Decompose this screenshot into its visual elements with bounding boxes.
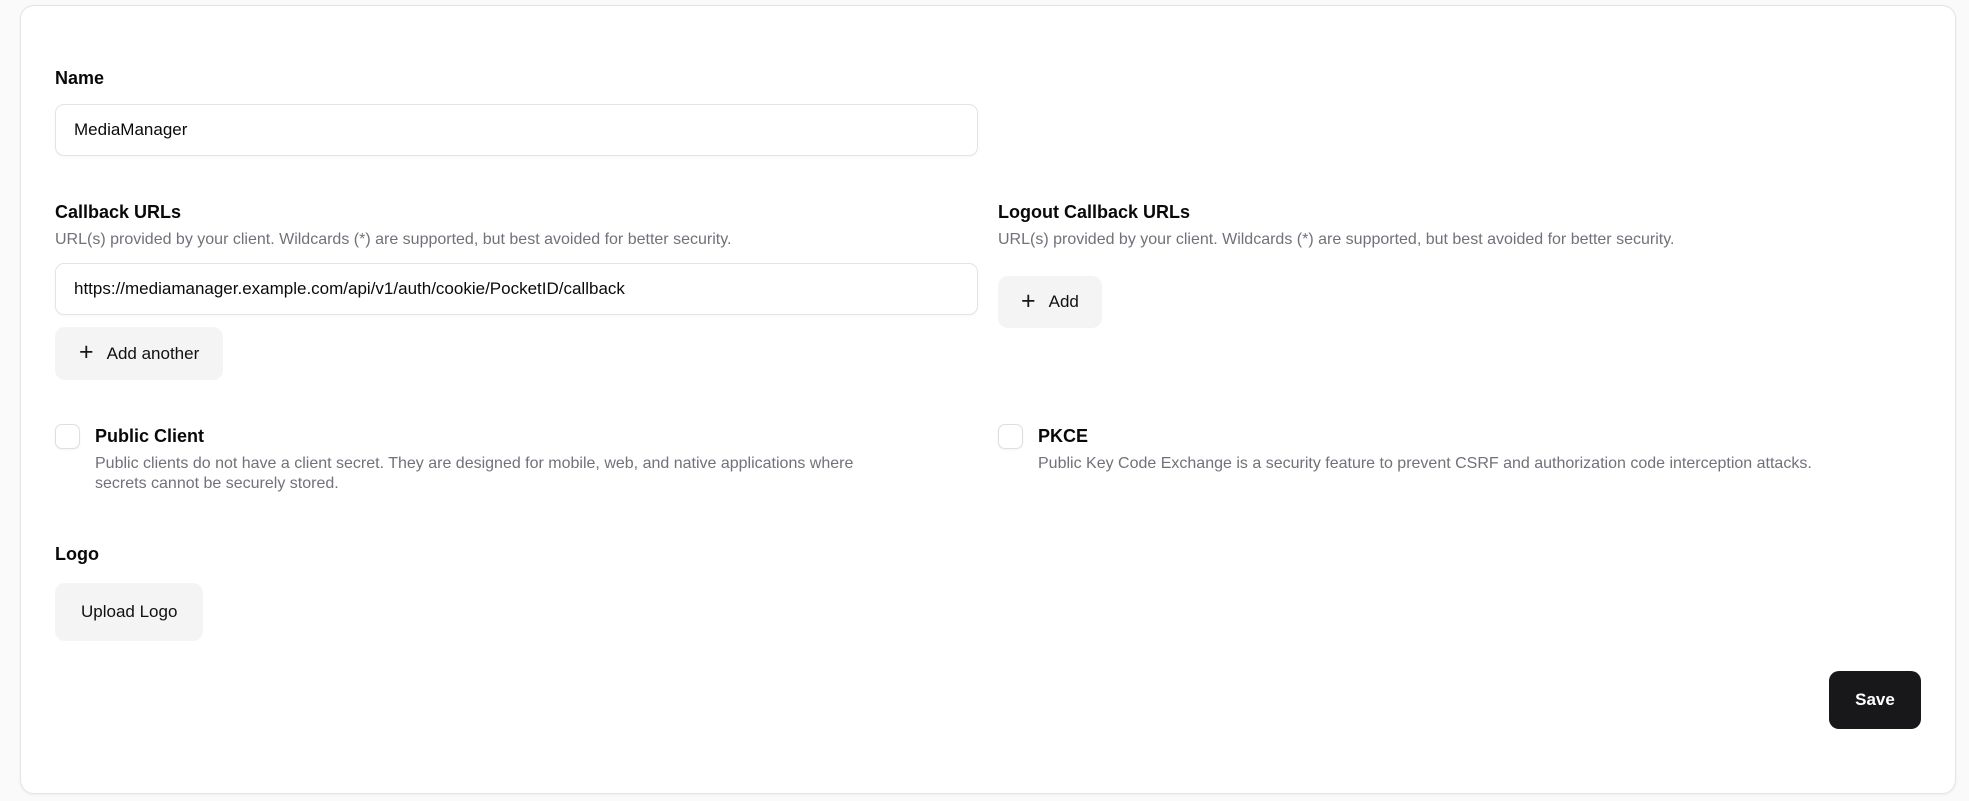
- form-footer: Save: [55, 671, 1921, 729]
- add-another-button-label: Add another: [107, 344, 200, 364]
- public-client-description: Public clients do not have a client secr…: [95, 454, 875, 494]
- row-logo-spacer: [998, 542, 1921, 641]
- save-button[interactable]: Save: [1829, 671, 1921, 729]
- add-button-label: Add: [1049, 292, 1079, 312]
- upload-logo-button[interactable]: Upload Logo: [55, 583, 203, 641]
- public-client-field: Public Client Public clients do not have…: [55, 424, 978, 494]
- row-checkboxes: Public Client Public clients do not have…: [55, 424, 1921, 494]
- pkce-field: PKCE Public Key Code Exchange is a secur…: [998, 424, 1921, 494]
- callback-urls-description: URL(s) provided by your client. Wildcard…: [55, 230, 978, 250]
- upload-logo-button-label: Upload Logo: [81, 602, 177, 622]
- pkce-description: Public Key Code Exchange is a security f…: [1038, 454, 1812, 474]
- public-client-label: Public Client: [95, 424, 875, 449]
- oidc-client-form-card: Name Callback URLs URL(s) provided by yo…: [20, 5, 1956, 794]
- add-another-callback-url-button[interactable]: + Add another: [55, 327, 223, 380]
- plus-icon: +: [1021, 289, 1036, 314]
- pkce-text: PKCE Public Key Code Exchange is a secur…: [1038, 424, 1812, 474]
- logo-label: Logo: [55, 542, 978, 566]
- add-logout-callback-url-button[interactable]: + Add: [998, 276, 1102, 328]
- logout-callback-urls-section: Logout Callback URLs URL(s) provided by …: [998, 200, 1921, 380]
- callback-urls-section: Callback URLs URL(s) provided by your cl…: [55, 200, 978, 380]
- public-client-checkbox[interactable]: [55, 424, 80, 449]
- row-logo: Logo Upload Logo: [55, 542, 1921, 641]
- row-name: Name: [55, 68, 1921, 156]
- name-input[interactable]: [55, 104, 978, 156]
- plus-icon: +: [79, 340, 94, 365]
- callback-urls-label: Callback URLs: [55, 200, 978, 224]
- logo-field-group: Logo Upload Logo: [55, 542, 978, 641]
- name-label: Name: [55, 68, 978, 89]
- row-callback-urls: Callback URLs URL(s) provided by your cl…: [55, 200, 1921, 380]
- pkce-label: PKCE: [1038, 424, 1812, 449]
- logout-callback-urls-description: URL(s) provided by your client. Wildcard…: [998, 230, 1921, 250]
- logout-callback-urls-label: Logout Callback URLs: [998, 200, 1921, 224]
- callback-url-input[interactable]: [55, 263, 978, 315]
- pkce-checkbox[interactable]: [998, 424, 1023, 449]
- public-client-text: Public Client Public clients do not have…: [95, 424, 875, 494]
- row-name-spacer: [998, 68, 1921, 156]
- name-field-group: Name: [55, 68, 978, 156]
